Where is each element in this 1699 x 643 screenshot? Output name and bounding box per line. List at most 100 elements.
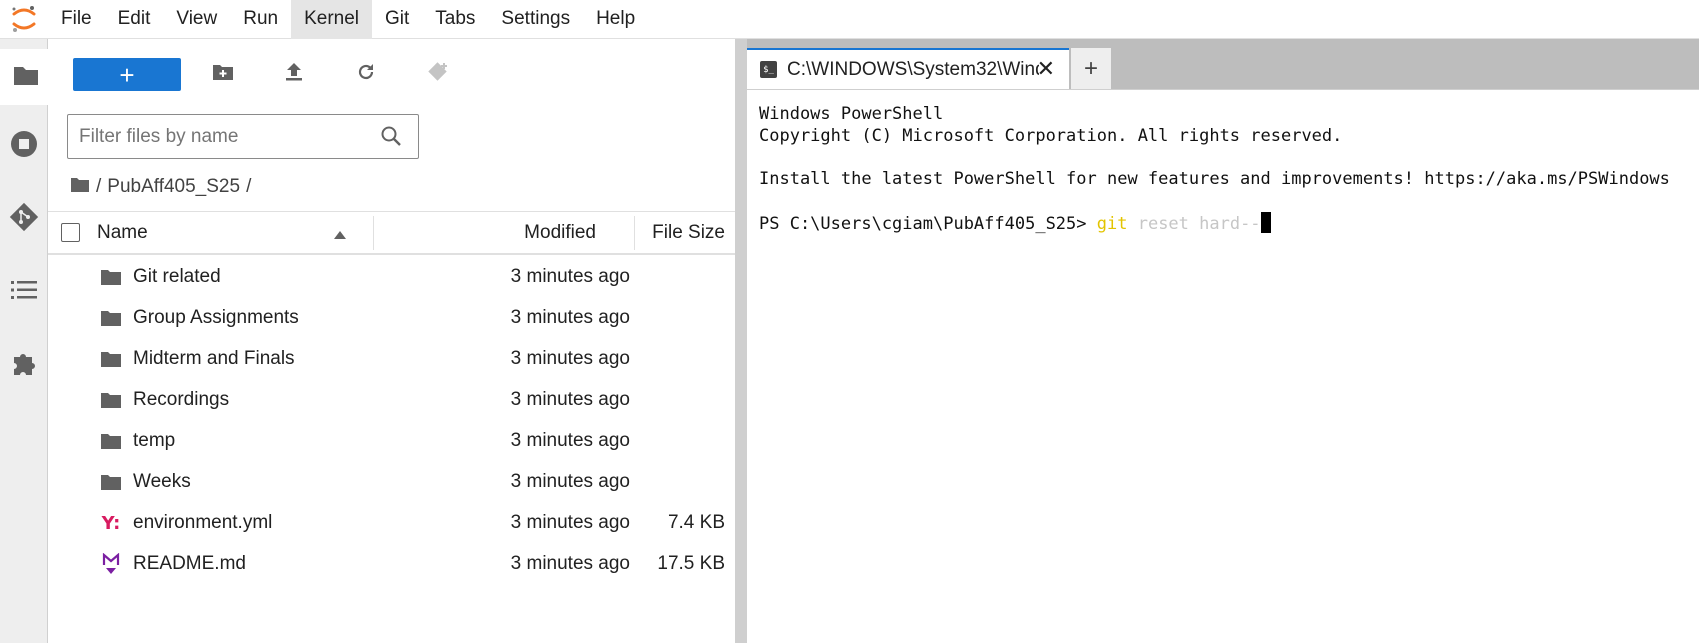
file-size (635, 256, 725, 297)
terminal-line: Copyright (C) Microsoft Corporation. All… (759, 126, 1343, 146)
terminal-line: Windows PowerShell (759, 104, 944, 124)
refresh-icon (356, 62, 376, 87)
breadcrumb: / PubAff405_S25 / (70, 172, 257, 202)
git-icon (9, 202, 39, 237)
close-icon[interactable]: ✕ (1037, 58, 1055, 80)
file-list-header: Name Modified File Size (48, 211, 735, 255)
terminal-prompt: PS C:\Users\cgiam\PubAff405_S25> (759, 214, 1097, 234)
upload-icon (285, 62, 303, 87)
list-item[interactable]: Midterm and Finals 3 minutes ago (48, 338, 735, 379)
terminal-line: Install the latest PowerShell for new fe… (759, 169, 1670, 189)
column-header-name[interactable]: Name (97, 212, 148, 254)
file-size (635, 461, 725, 502)
menu-help[interactable]: Help (583, 0, 648, 39)
file-name: Weeks (133, 470, 191, 492)
list-item[interactable]: Y: environment.yml 3 minutes ago 7.4 KB (48, 502, 735, 543)
file-name: Group Assignments (133, 306, 299, 328)
folder-icon (12, 63, 40, 92)
terminal-output[interactable]: Windows PowerShell Copyright (C) Microso… (747, 99, 1699, 643)
file-modified: 3 minutes ago (510, 552, 630, 574)
add-tab-button[interactable]: + (1071, 48, 1111, 89)
refresh-button[interactable] (348, 58, 384, 91)
file-modified: 3 minutes ago (510, 388, 630, 410)
git-clone-button[interactable] (420, 58, 456, 91)
file-browser-panel: + / (48, 39, 735, 643)
folder-icon (100, 430, 122, 452)
search-icon (380, 125, 402, 152)
file-list: Git related 3 minutes ago Group Assignme… (48, 256, 735, 584)
list-item[interactable]: Weeks 3 minutes ago (48, 461, 735, 502)
list-item[interactable]: temp 3 minutes ago (48, 420, 735, 461)
list-item[interactable]: Git related 3 minutes ago (48, 256, 735, 297)
breadcrumb-folder[interactable]: PubAff405_S25 (107, 176, 240, 198)
plus-icon: + (119, 59, 135, 90)
new-launcher-button[interactable]: + (73, 58, 181, 91)
terminal-command: git (1096, 214, 1128, 234)
file-modified: 3 minutes ago (510, 347, 630, 369)
list-item[interactable]: Group Assignments 3 minutes ago (48, 297, 735, 338)
sort-ascending-icon[interactable] (333, 227, 347, 245)
new-folder-button[interactable] (205, 58, 241, 91)
stop-circle-icon (10, 130, 38, 163)
file-name: Recordings (133, 388, 230, 410)
folder-icon (100, 307, 122, 329)
sidebar-tab-git[interactable] (0, 191, 48, 247)
left-sidebar (0, 39, 48, 643)
folder-icon (100, 389, 122, 411)
filter-files-field[interactable] (67, 114, 419, 159)
menu-edit[interactable]: Edit (105, 0, 164, 39)
upload-button[interactable] (276, 58, 312, 91)
file-modified: 3 minutes ago (510, 470, 630, 492)
file-size (635, 297, 725, 338)
terminal-cursor (1260, 212, 1271, 233)
menu-file[interactable]: File (48, 0, 105, 39)
menu-run[interactable]: Run (230, 0, 291, 39)
menu-tabs[interactable]: Tabs (422, 0, 488, 39)
file-modified: 3 minutes ago (510, 265, 630, 287)
menu-settings[interactable]: Settings (488, 0, 583, 39)
column-header-file-size[interactable]: File Size (635, 212, 725, 254)
file-size (635, 379, 725, 420)
sidebar-tab-extensions[interactable] (0, 337, 48, 393)
breadcrumb-root[interactable]: / (96, 176, 101, 198)
menu-view[interactable]: View (163, 0, 230, 39)
sidebar-tab-file-browser[interactable] (0, 49, 48, 105)
folder-icon (100, 266, 122, 288)
select-all-checkbox[interactable] (61, 223, 80, 242)
file-size (635, 420, 725, 461)
puzzle-icon (10, 349, 38, 382)
file-name: README.md (133, 552, 246, 574)
panel-splitter[interactable] (735, 39, 747, 643)
menu-kernel[interactable]: Kernel (291, 0, 372, 39)
column-header-modified[interactable]: Modified (374, 212, 614, 254)
markdown-file-icon (100, 553, 122, 575)
folder-icon (100, 348, 122, 370)
file-browser-toolbar: + (48, 39, 735, 109)
file-name: Git related (133, 265, 221, 287)
file-modified: 3 minutes ago (510, 306, 630, 328)
list-item[interactable]: Recordings 3 minutes ago (48, 379, 735, 420)
menu-git[interactable]: Git (372, 0, 422, 39)
tab-terminal-label: C:\WINDOWS\System32\WindowsPowerShell (787, 58, 1039, 80)
main-tab-bar: $_ C:\WINDOWS\System32\WindowsPowerShell… (747, 39, 1699, 89)
list-icon (11, 280, 37, 305)
file-name: Midterm and Finals (133, 347, 295, 369)
terminal-prompt-line[interactable]: PS C:\Users\cgiam\PubAff405_S25> git res… (759, 212, 1271, 234)
jupyter-logo-icon[interactable] (0, 0, 48, 39)
file-modified: 3 minutes ago (510, 429, 630, 451)
new-folder-icon (212, 63, 234, 86)
list-item[interactable]: README.md 3 minutes ago 17.5 KB (48, 543, 735, 584)
folder-icon (100, 471, 122, 493)
sidebar-tab-toc[interactable] (0, 264, 48, 320)
sidebar-tab-running[interactable] (0, 118, 48, 174)
filter-files-input[interactable] (79, 125, 369, 148)
file-size (635, 338, 725, 379)
file-size: 17.5 KB (657, 552, 725, 574)
tab-terminal[interactable]: $_ C:\WINDOWS\System32\WindowsPowerShell… (747, 48, 1069, 89)
file-size: 7.4 KB (667, 511, 725, 533)
tab-bar-divider (747, 89, 1699, 99)
home-folder-icon[interactable] (70, 176, 90, 199)
terminal-icon: $_ (760, 61, 777, 78)
yaml-file-icon: Y: (101, 512, 121, 534)
terminal-suggestion: reset hard-- (1127, 214, 1261, 234)
